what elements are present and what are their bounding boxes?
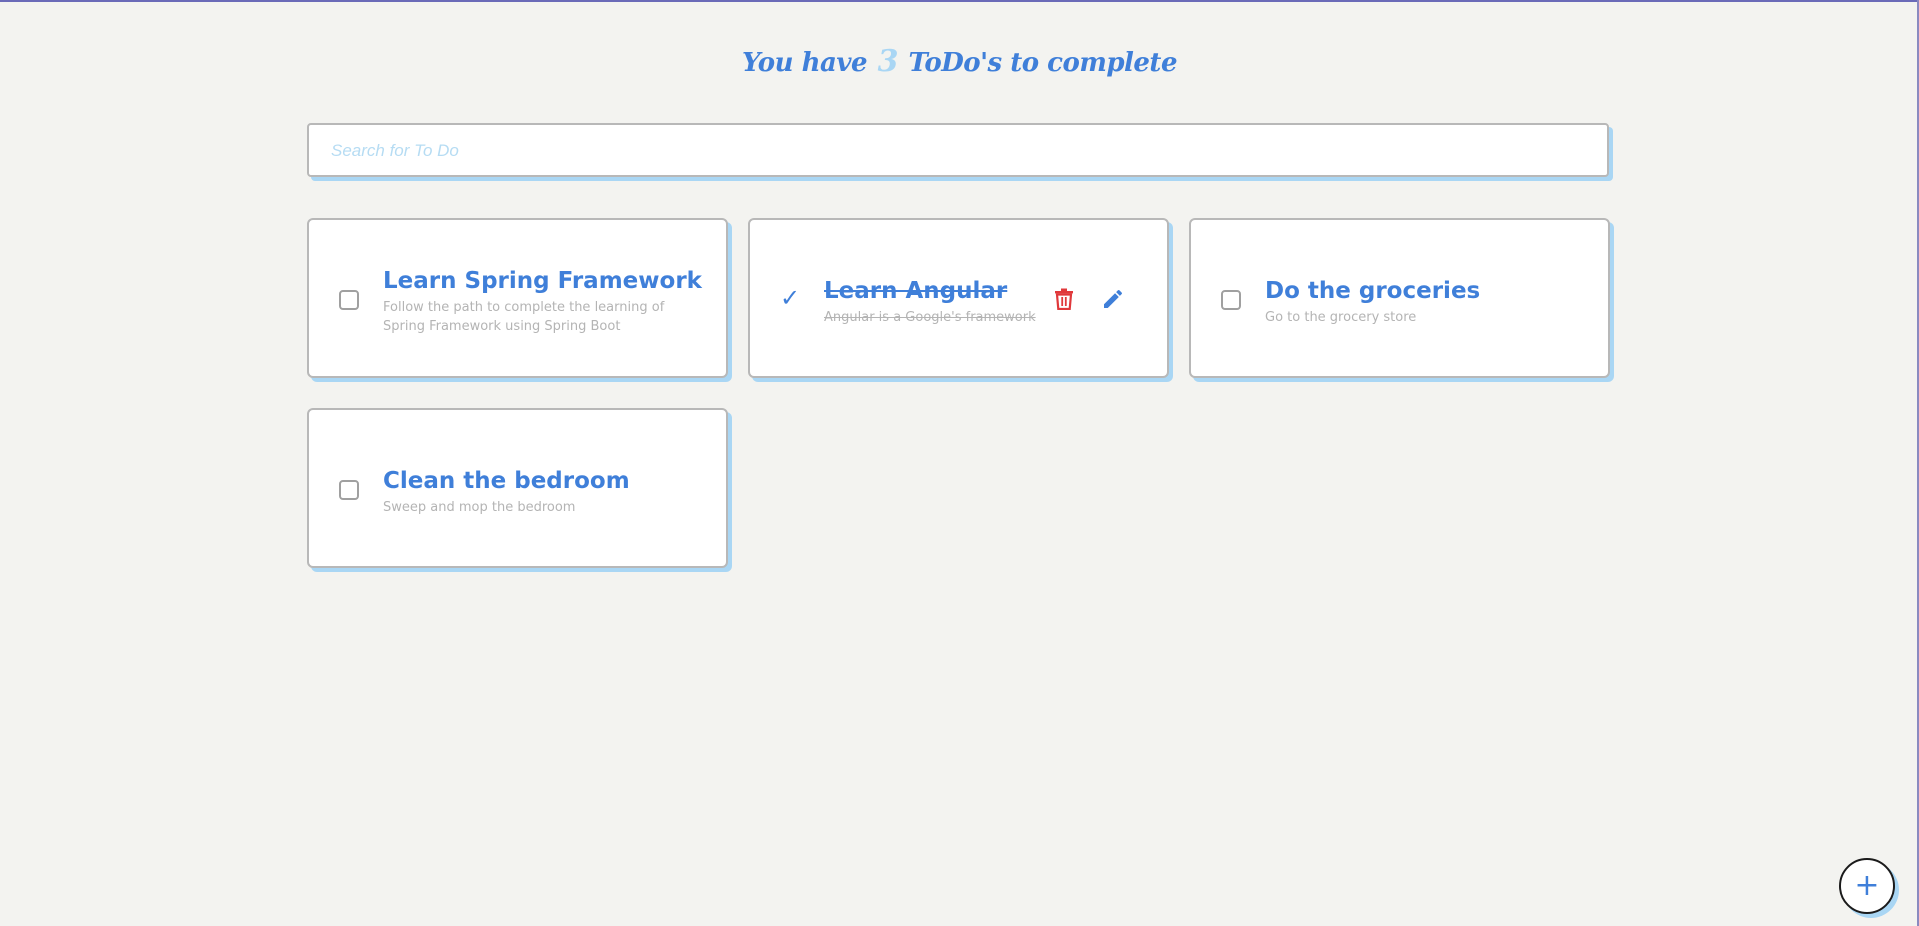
add-todo-button[interactable]: + — [1839, 858, 1895, 914]
page-heading: You have 3 ToDo's to complete — [0, 44, 1919, 79]
edit-button[interactable] — [1098, 284, 1128, 314]
todo-checkbox[interactable] — [1221, 290, 1241, 310]
todo-title: Learn Angular — [824, 278, 1008, 304]
heading-suffix: ToDo's to complete — [908, 48, 1178, 78]
todo-count: 3 — [877, 44, 899, 79]
checkmark-icon[interactable]: ✓ — [780, 286, 800, 310]
todo-checkbox[interactable] — [339, 480, 359, 500]
todo-description: Follow the path to complete the learning… — [383, 300, 665, 334]
plus-icon: + — [1854, 868, 1880, 903]
todo-title: Do the groceries — [1265, 278, 1481, 304]
todo-card[interactable]: Do the groceries Go to the grocery store — [1189, 218, 1610, 378]
search-input[interactable] — [329, 125, 1583, 177]
todo-description: Angular is a Google's framework — [824, 310, 1036, 325]
delete-button[interactable] — [1049, 284, 1079, 314]
todo-title: Clean the bedroom — [383, 468, 630, 494]
top-accent-bar — [0, 0, 1919, 2]
heading-prefix: You have — [742, 48, 868, 78]
pencil-icon — [1104, 289, 1123, 308]
todo-checkbox[interactable] — [339, 290, 359, 310]
todo-card[interactable]: Learn Spring Framework Follow the path t… — [307, 218, 728, 378]
search-box — [307, 123, 1609, 177]
todo-description: Go to the grocery store — [1265, 310, 1417, 325]
trash-icon — [1055, 288, 1073, 310]
todo-card[interactable]: Clean the bedroom Sweep and mop the bedr… — [307, 408, 728, 568]
todo-title: Learn Spring Framework — [383, 268, 702, 294]
todo-card-completed[interactable]: ✓ Learn Angular Angular is a Google's fr… — [748, 218, 1169, 378]
todo-description: Sweep and mop the bedroom — [383, 500, 576, 515]
